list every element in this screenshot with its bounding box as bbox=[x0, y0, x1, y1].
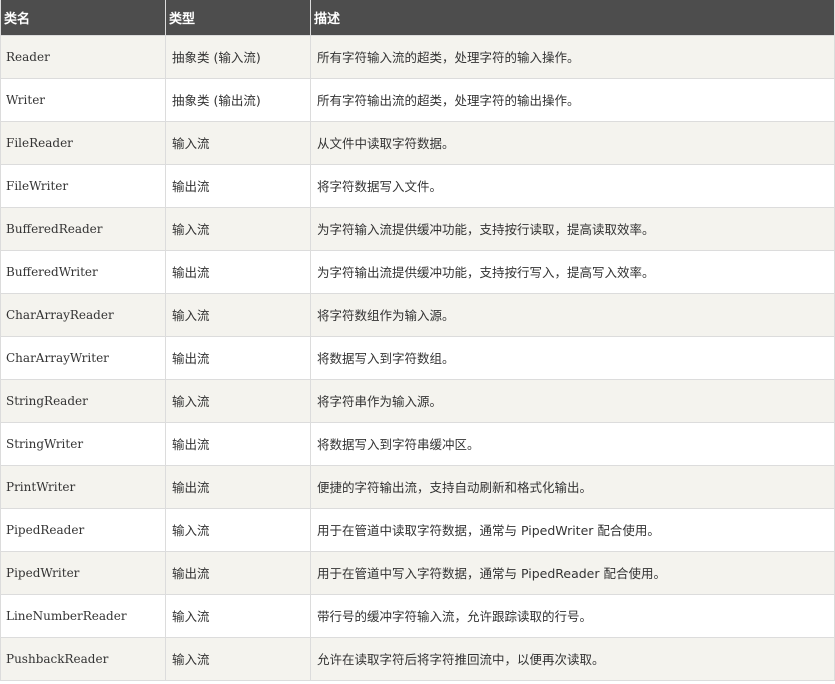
header-description: 描述 bbox=[310, 0, 835, 36]
class-name-cell: StringReader bbox=[0, 378, 166, 423]
description-cell: 将字符数据写入文件。 bbox=[310, 163, 835, 208]
table-row: FileWriter 输出流 将字符数据写入文件。 bbox=[0, 163, 835, 208]
header-row: 类名 类型 描述 bbox=[0, 0, 835, 36]
table-row: CharArrayWriter 输出流 将数据写入到字符数组。 bbox=[0, 335, 835, 380]
class-name-cell: Reader bbox=[0, 34, 166, 79]
table-row: FileReader 输入流 从文件中读取字符数据。 bbox=[0, 120, 835, 165]
description-cell: 所有字符输入流的超类，处理字符的输入操作。 bbox=[310, 34, 835, 79]
description-cell: 从文件中读取字符数据。 bbox=[310, 120, 835, 165]
description-cell: 用于在管道中读取字符数据，通常与 PipedWriter 配合使用。 bbox=[310, 507, 835, 552]
type-cell: 输出流 bbox=[165, 464, 311, 509]
description-cell: 便捷的字符输出流，支持自动刷新和格式化输出。 bbox=[310, 464, 835, 509]
type-cell: 输入流 bbox=[165, 593, 311, 638]
class-name-cell: FileReader bbox=[0, 120, 166, 165]
header-type: 类型 bbox=[165, 0, 311, 36]
table-row: StringReader 输入流 将字符串作为输入源。 bbox=[0, 378, 835, 423]
description-cell: 为字符输出流提供缓冲功能，支持按行写入，提高写入效率。 bbox=[310, 249, 835, 294]
type-cell: 输入流 bbox=[165, 206, 311, 251]
class-name-cell: BufferedReader bbox=[0, 206, 166, 251]
class-name-cell: PipedReader bbox=[0, 507, 166, 552]
type-cell: 输入流 bbox=[165, 636, 311, 681]
type-cell: 输出流 bbox=[165, 163, 311, 208]
table-row: PushbackReader 输入流 允许在读取字符后将字符推回流中，以便再次读… bbox=[0, 636, 835, 681]
description-cell: 将数据写入到字符数组。 bbox=[310, 335, 835, 380]
class-name-cell: FileWriter bbox=[0, 163, 166, 208]
table-row: LineNumberReader 输入流 带行号的缓冲字符输入流，允许跟踪读取的… bbox=[0, 593, 835, 638]
table-row: Writer 抽象类 (输出流) 所有字符输出流的超类，处理字符的输出操作。 bbox=[0, 77, 835, 122]
type-cell: 输入流 bbox=[165, 292, 311, 337]
table-row: CharArrayReader 输入流 将字符数组作为输入源。 bbox=[0, 292, 835, 337]
table-row: PrintWriter 输出流 便捷的字符输出流，支持自动刷新和格式化输出。 bbox=[0, 464, 835, 509]
table-row: Reader 抽象类 (输入流) 所有字符输入流的超类，处理字符的输入操作。 bbox=[0, 34, 835, 79]
class-name-cell: CharArrayReader bbox=[0, 292, 166, 337]
description-cell: 将字符串作为输入源。 bbox=[310, 378, 835, 423]
table-row: PipedWriter 输出流 用于在管道中写入字符数据，通常与 PipedRe… bbox=[0, 550, 835, 595]
class-name-cell: PushbackReader bbox=[0, 636, 166, 681]
type-cell: 输入流 bbox=[165, 120, 311, 165]
description-cell: 为字符输入流提供缓冲功能，支持按行读取，提高读取效率。 bbox=[310, 206, 835, 251]
description-cell: 将数据写入到字符串缓冲区。 bbox=[310, 421, 835, 466]
type-cell: 输入流 bbox=[165, 378, 311, 423]
table-row: StringWriter 输出流 将数据写入到字符串缓冲区。 bbox=[0, 421, 835, 466]
header-class-name: 类名 bbox=[0, 0, 166, 36]
description-cell: 带行号的缓冲字符输入流，允许跟踪读取的行号。 bbox=[310, 593, 835, 638]
character-stream-table: 类名 类型 描述 Reader 抽象类 (输入流) 所有字符输入流的超类，处理字… bbox=[0, 0, 835, 681]
type-cell: 输出流 bbox=[165, 421, 311, 466]
class-name-cell: PrintWriter bbox=[0, 464, 166, 509]
type-cell: 输出流 bbox=[165, 249, 311, 294]
class-name-cell: Writer bbox=[0, 77, 166, 122]
table-row: PipedReader 输入流 用于在管道中读取字符数据，通常与 PipedWr… bbox=[0, 507, 835, 552]
table-row: BufferedWriter 输出流 为字符输出流提供缓冲功能，支持按行写入，提… bbox=[0, 249, 835, 294]
type-cell: 输出流 bbox=[165, 335, 311, 380]
class-name-cell: BufferedWriter bbox=[0, 249, 166, 294]
table-body: Reader 抽象类 (输入流) 所有字符输入流的超类，处理字符的输入操作。 W… bbox=[0, 34, 835, 681]
class-name-cell: CharArrayWriter bbox=[0, 335, 166, 380]
class-name-cell: StringWriter bbox=[0, 421, 166, 466]
class-name-cell: LineNumberReader bbox=[0, 593, 166, 638]
type-cell: 输出流 bbox=[165, 550, 311, 595]
description-cell: 允许在读取字符后将字符推回流中，以便再次读取。 bbox=[310, 636, 835, 681]
description-cell: 将字符数组作为输入源。 bbox=[310, 292, 835, 337]
description-cell: 所有字符输出流的超类，处理字符的输出操作。 bbox=[310, 77, 835, 122]
class-name-cell: PipedWriter bbox=[0, 550, 166, 595]
description-cell: 用于在管道中写入字符数据，通常与 PipedReader 配合使用。 bbox=[310, 550, 835, 595]
type-cell: 抽象类 (输出流) bbox=[165, 77, 311, 122]
type-cell: 输入流 bbox=[165, 507, 311, 552]
type-cell: 抽象类 (输入流) bbox=[165, 34, 311, 79]
table-row: BufferedReader 输入流 为字符输入流提供缓冲功能，支持按行读取，提… bbox=[0, 206, 835, 251]
table-header: 类名 类型 描述 bbox=[0, 0, 835, 36]
